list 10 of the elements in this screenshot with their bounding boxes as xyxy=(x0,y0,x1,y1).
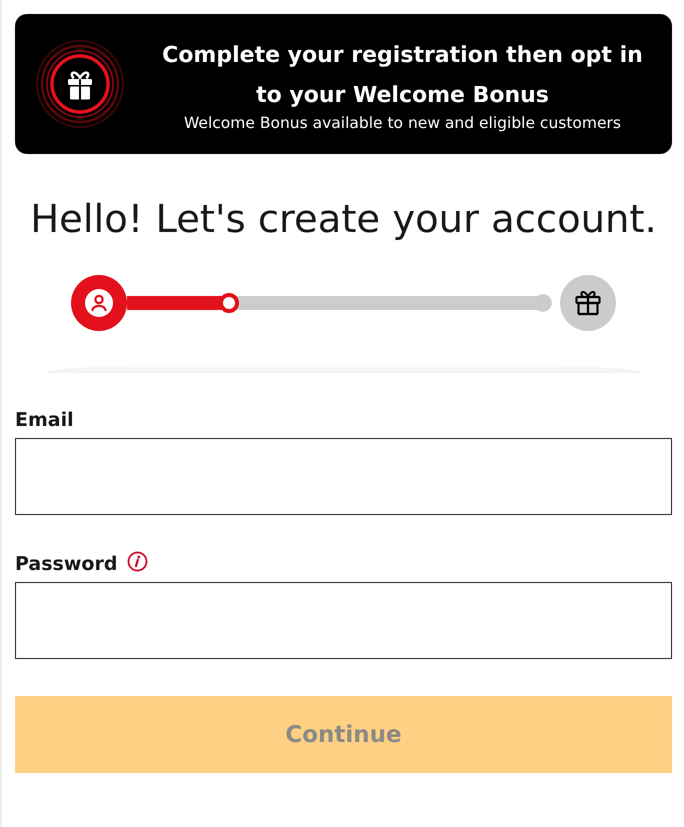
email-field[interactable] xyxy=(15,438,672,515)
banner-subtitle: Welcome Bonus available to new and eligible customers xyxy=(184,114,621,132)
banner-title: Complete your registration then opt in to your Welcome Bonus xyxy=(161,42,644,110)
info-icon[interactable] xyxy=(127,550,148,572)
user-icon xyxy=(71,275,127,331)
page-heading: Hello! Let's create your account. xyxy=(29,198,658,242)
gift-icon xyxy=(35,39,125,129)
field-label: Password xyxy=(15,553,118,575)
field-label: Email xyxy=(15,409,74,431)
password-field[interactable] xyxy=(15,582,672,659)
